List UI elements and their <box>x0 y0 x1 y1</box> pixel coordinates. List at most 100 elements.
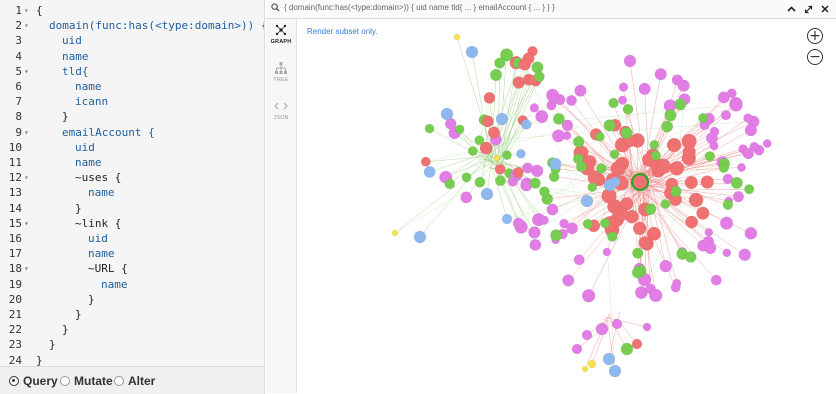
close-button[interactable] <box>816 1 834 17</box>
code-line[interactable]: 17name <box>0 246 264 261</box>
fold-arrow-icon[interactable]: ▾ <box>24 3 29 18</box>
email-account-node[interactable] <box>513 167 524 178</box>
email-account-node[interactable] <box>495 164 505 174</box>
link-node[interactable] <box>563 131 571 139</box>
url-node[interactable] <box>588 360 596 368</box>
code-line[interactable]: 4name <box>0 49 264 64</box>
code-line[interactable]: 15▾~link { <box>0 216 264 231</box>
email-account-node[interactable] <box>683 146 696 159</box>
domain-node[interactable] <box>600 218 610 228</box>
link-node[interactable] <box>624 55 636 67</box>
link-node[interactable] <box>575 85 587 97</box>
link-node[interactable] <box>739 249 751 261</box>
fold-arrow-icon[interactable]: ▾ <box>24 261 29 276</box>
domain-node[interactable] <box>609 98 619 108</box>
code-line[interactable]: 16uid <box>0 231 264 246</box>
tld-node[interactable] <box>466 46 478 58</box>
link-node[interactable] <box>723 249 731 257</box>
domain-node[interactable] <box>573 154 583 164</box>
domain-node[interactable] <box>502 151 511 160</box>
fold-arrow-icon[interactable]: ▾ <box>24 216 29 231</box>
code-line[interactable]: 13name <box>0 185 264 200</box>
link-node[interactable] <box>737 163 745 171</box>
expand-button[interactable] <box>799 1 817 17</box>
tab-graph[interactable]: GRAPH <box>266 19 296 52</box>
email-account-node[interactable] <box>670 161 684 175</box>
tld-node[interactable] <box>502 214 512 224</box>
link-node[interactable] <box>720 217 733 230</box>
link-node[interactable] <box>678 80 690 92</box>
link-node[interactable] <box>618 96 627 105</box>
link-node[interactable] <box>461 192 472 203</box>
domain-node[interactable] <box>475 177 485 187</box>
graph-canvas[interactable] <box>297 19 836 393</box>
url-node[interactable] <box>392 230 398 236</box>
email-account-node[interactable] <box>632 339 642 349</box>
tld-node[interactable] <box>481 188 493 200</box>
link-node[interactable] <box>530 239 541 250</box>
link-node[interactable] <box>671 283 680 292</box>
code-line[interactable]: 12▾~uses { <box>0 170 264 185</box>
selected-node[interactable] <box>632 174 648 190</box>
link-node[interactable] <box>530 103 539 112</box>
email-account-node[interactable] <box>633 222 646 235</box>
domain-node[interactable] <box>744 184 754 194</box>
domain-node[interactable] <box>623 104 633 114</box>
domain-node[interactable] <box>719 163 729 173</box>
email-account-node[interactable] <box>519 58 531 70</box>
link-node[interactable] <box>529 227 541 239</box>
domain-node[interactable] <box>607 232 617 242</box>
link-node[interactable] <box>727 89 736 98</box>
code-line[interactable]: 1▾{ <box>0 3 264 18</box>
domain-node[interactable] <box>621 127 633 139</box>
domain-node[interactable] <box>583 219 593 229</box>
link-node[interactable] <box>596 323 608 335</box>
code-line[interactable]: 10uid <box>0 140 264 155</box>
tld-node[interactable] <box>521 119 531 129</box>
link-node[interactable] <box>711 275 722 286</box>
code-line[interactable]: 24} <box>0 353 264 366</box>
code-line[interactable]: 22} <box>0 322 264 337</box>
tld-node[interactable] <box>609 365 621 377</box>
link-node[interactable] <box>566 223 577 234</box>
link-node[interactable] <box>612 319 622 329</box>
link-node[interactable] <box>574 255 584 265</box>
code-line[interactable]: 20} <box>0 292 264 307</box>
domain-node[interactable] <box>645 204 656 215</box>
email-account-node[interactable] <box>513 77 525 89</box>
domain-node[interactable] <box>425 124 434 133</box>
tld-node[interactable] <box>516 149 525 158</box>
domain-node[interactable] <box>532 62 544 74</box>
code-line[interactable]: 8} <box>0 109 264 124</box>
alter-mode-radio[interactable]: Alter <box>114 373 155 389</box>
domain-node[interactable] <box>675 99 686 110</box>
link-node[interactable] <box>547 204 558 215</box>
email-account-node[interactable] <box>639 236 652 249</box>
link-node[interactable] <box>582 330 592 340</box>
email-account-node[interactable] <box>484 92 495 103</box>
domain-node[interactable] <box>462 173 471 182</box>
tab-json[interactable]: JSON <box>266 95 296 128</box>
tab-tree[interactable]: TREE <box>266 57 296 90</box>
tld-node[interactable] <box>549 158 561 170</box>
link-node[interactable] <box>744 114 753 123</box>
domain-node[interactable] <box>495 175 506 186</box>
link-node[interactable] <box>603 248 611 256</box>
query-editor[interactable]: 1▾{2▾domain(func:has(<type:domain>)) {3u… <box>0 0 265 366</box>
email-account-node[interactable] <box>667 138 681 152</box>
domain-node[interactable] <box>671 186 682 197</box>
link-node[interactable] <box>619 83 628 92</box>
domain-node[interactable] <box>588 183 597 192</box>
domain-node[interactable] <box>604 120 616 132</box>
link-node[interactable] <box>540 216 549 225</box>
email-account-node[interactable] <box>488 127 500 139</box>
tld-node[interactable] <box>441 108 453 120</box>
domain-node[interactable] <box>661 199 670 208</box>
tld-node[interactable] <box>424 166 435 177</box>
domain-node[interactable] <box>468 146 477 155</box>
domain-node[interactable] <box>475 135 485 145</box>
link-node[interactable] <box>705 242 717 254</box>
domain-node[interactable] <box>651 151 661 161</box>
code-line[interactable]: 5▾tld{ <box>0 64 264 79</box>
zoom-out-button[interactable]: − <box>807 49 823 65</box>
